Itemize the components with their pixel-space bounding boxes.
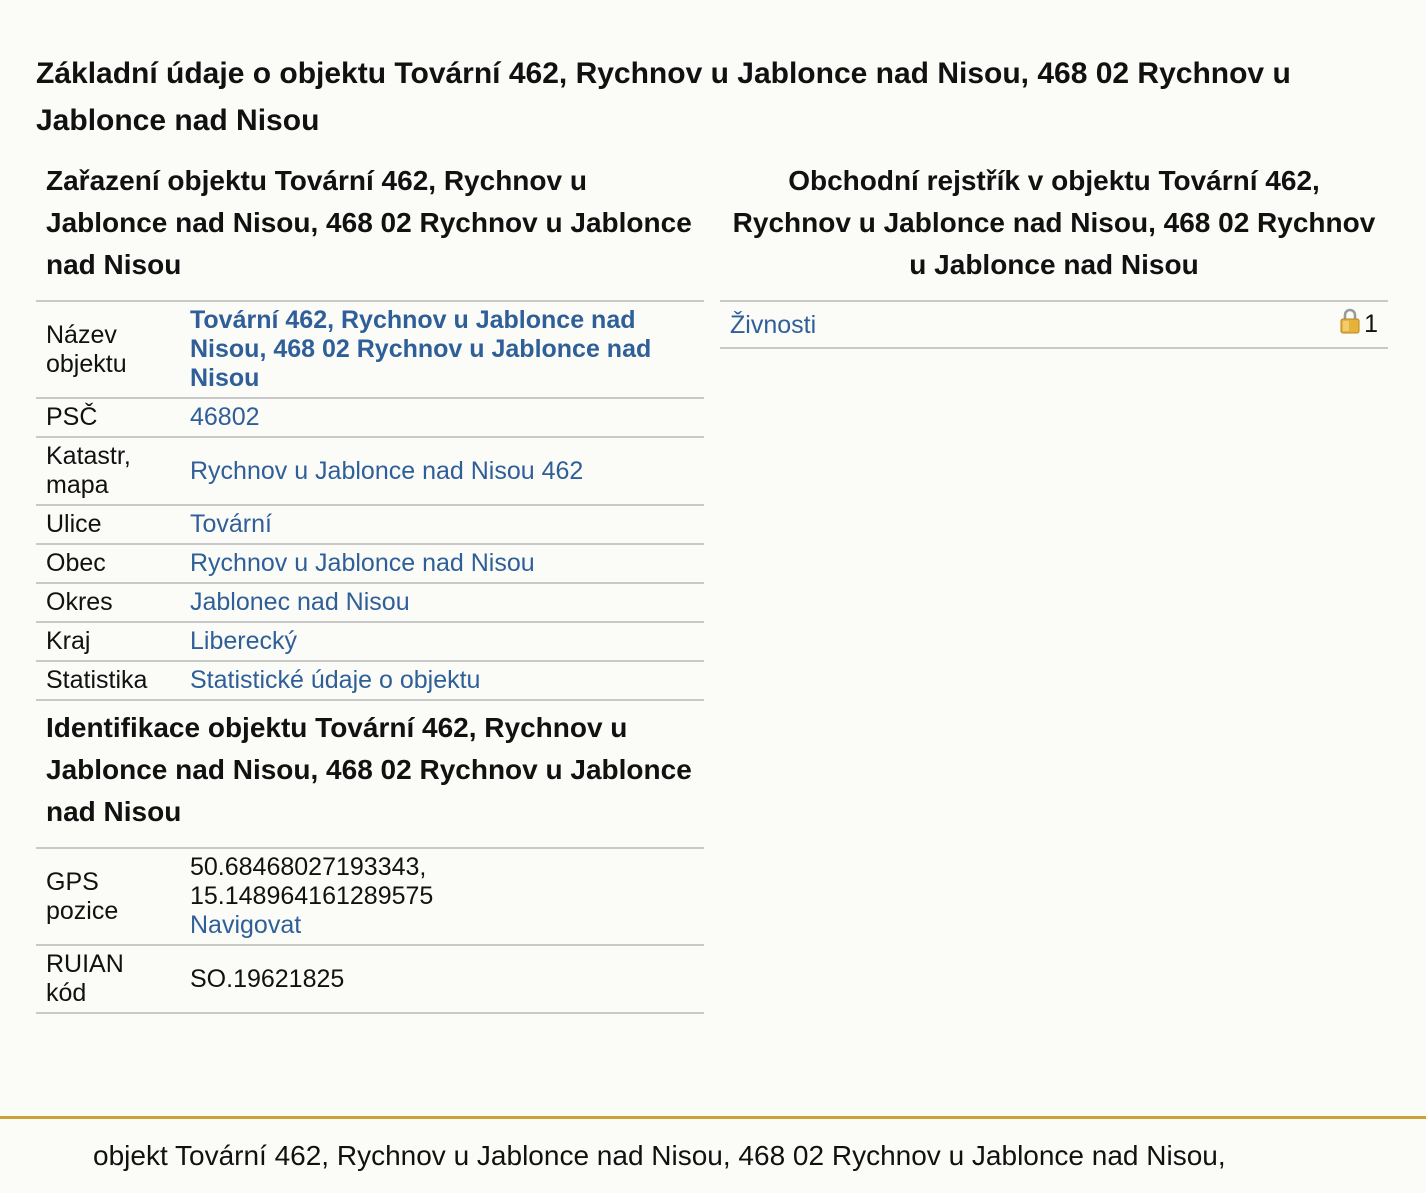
identification-title: Identifikace objektu Tovární 462, Rychno… <box>46 712 692 827</box>
statistics-link[interactable]: Statistické údaje o objektu <box>190 666 480 694</box>
gps-latitude: 50.68468027193343, <box>190 853 427 881</box>
row-key: Statistika <box>36 660 180 701</box>
left-column: Zařazení objektu Tovární 462, Rychnov u … <box>36 160 704 1014</box>
region-link[interactable]: Liberecký <box>190 627 297 655</box>
ruian-code: SO.19621825 <box>180 944 704 1014</box>
district-link[interactable]: Jablonec nad Nisou <box>190 588 410 616</box>
row-key: RUIAN kód <box>36 944 180 1014</box>
footer: objekt Tovární 462, Rychnov u Jablonce n… <box>0 1116 1426 1193</box>
row-key: Ulice <box>36 504 180 544</box>
row-key: PSČ <box>36 397 180 437</box>
classification-title: Zařazení objektu Tovární 462, Rychnov u … <box>46 165 692 280</box>
street-link[interactable]: Tovární <box>190 510 272 538</box>
table-row: RUIAN kód SO.19621825 <box>36 944 704 1014</box>
cadastre-link[interactable]: Rychnov u Jablonce nad Nisou 462 <box>190 457 583 485</box>
table-row: Živnosti 1 <box>720 300 1388 349</box>
table-row: Ulice Tovární <box>36 504 704 544</box>
row-key: Název objektu <box>36 300 180 398</box>
table-row: Kraj Liberecký <box>36 621 704 661</box>
table-row: PSČ 46802 <box>36 397 704 437</box>
psc-link[interactable]: 46802 <box>190 403 260 431</box>
table-row: Obec Rychnov u Jablonce nad Nisou <box>36 543 704 583</box>
trades-link[interactable]: Živnosti <box>730 311 816 339</box>
table-row: Okres Jablonec nad Nisou <box>36 582 704 622</box>
gps-longitude: 15.148964161289575 <box>190 882 434 910</box>
row-key: GPS pozice <box>36 847 180 945</box>
register-title: Obchodní rejstřík v objektu Tovární 462,… <box>732 165 1376 280</box>
table-row: Název objektu Tovární 462, Rychnov u Jab… <box>36 300 704 398</box>
object-name-link[interactable]: Tovární 462, Rychnov u Jablonce nad Niso… <box>190 306 651 392</box>
right-column: Obchodní rejstřík v objektu Tovární 462,… <box>720 160 1388 349</box>
row-key: Obec <box>36 543 180 583</box>
row-key: Katastr, mapa <box>36 436 180 505</box>
row-key: Okres <box>36 582 180 622</box>
table-row: Katastr, mapa Rychnov u Jablonce nad Nis… <box>36 436 704 505</box>
trades-count: 1 <box>1364 310 1378 338</box>
identification-table: GPS pozice 50.68468027193343, 15.1489641… <box>36 847 704 1014</box>
register-table: Živnosti 1 <box>720 300 1388 349</box>
table-row: GPS pozice 50.68468027193343, 15.1489641… <box>36 847 704 945</box>
row-key: Kraj <box>36 621 180 661</box>
page-title: Základní údaje o objektu Tovární 462, Ry… <box>36 57 1291 137</box>
navigate-link[interactable]: Navigovat <box>190 911 301 939</box>
lock-icon <box>1340 308 1360 341</box>
municipality-link[interactable]: Rychnov u Jablonce nad Nisou <box>190 549 535 577</box>
classification-table: Název objektu Tovární 462, Rychnov u Jab… <box>36 300 704 701</box>
table-row: Statistika Statistické údaje o objektu <box>36 660 704 701</box>
footer-text: objekt Tovární 462, Rychnov u Jablonce n… <box>93 1140 1226 1171</box>
